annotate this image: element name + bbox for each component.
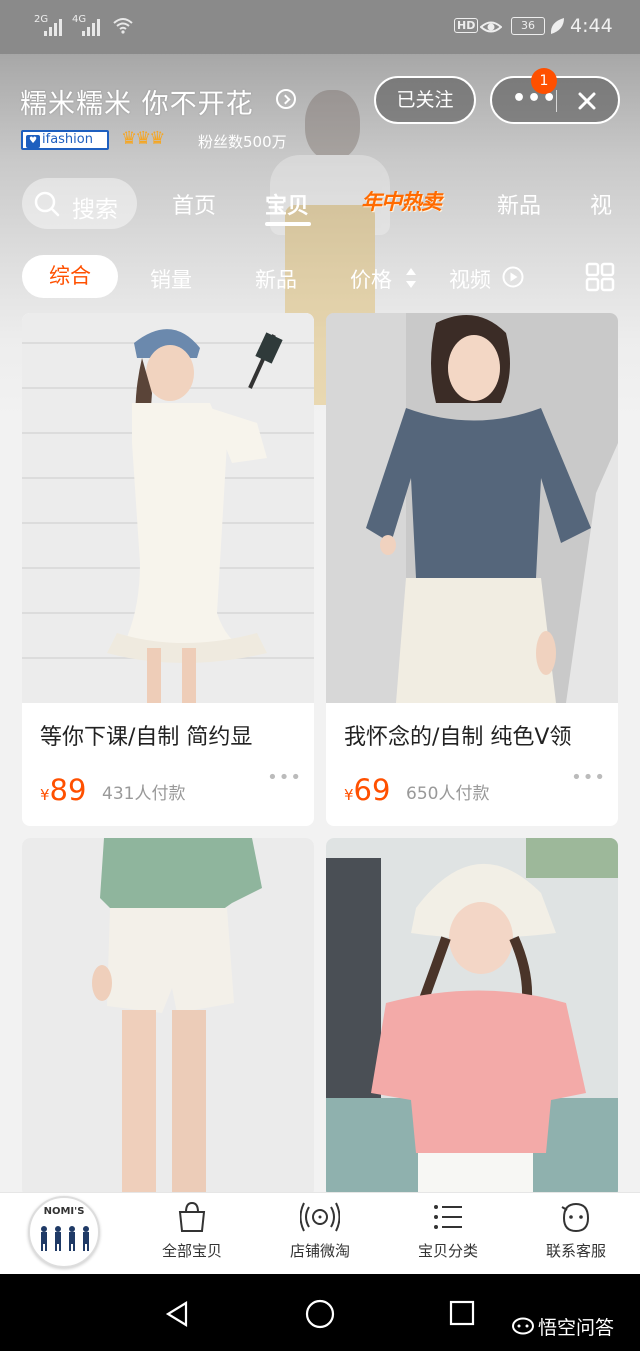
grid-view-icon[interactable] [585,262,615,292]
recents-icon[interactable] [449,1300,475,1326]
filter-video[interactable]: 视频 [449,264,491,294]
product-image [22,313,314,703]
shopping-bag-icon [178,1201,206,1232]
more-icon[interactable]: ••• [267,767,302,788]
product-card[interactable] [326,838,618,1198]
nav-label: 联系客服 [545,1242,606,1260]
back-icon[interactable] [164,1300,192,1328]
fan-count: 粉丝数500万 [198,133,287,151]
more-icon[interactable]: ••• [571,767,606,788]
notification-badge: 1 [531,68,557,94]
signal-icon [44,18,64,36]
heart-icon: ♥ [26,135,40,148]
product-price: ¥89 [40,773,87,807]
product-image [22,838,314,1198]
product-sales-count: 431人付款 [102,784,186,804]
brand-label: ifashion [42,132,93,147]
watermark: 悟空问答 [538,1317,615,1339]
tab-home[interactable]: 首页 [172,188,216,220]
nav-categories[interactable]: 宝贝分类 [393,1196,503,1270]
eye-comfort-icon [480,21,502,33]
product-card[interactable]: 我怀念的/自制 纯色V领 ¥69 650人付款 ••• [326,313,618,826]
nav-label: 宝贝分类 [417,1242,478,1260]
battery-icon: 36 [511,17,545,35]
close-icon[interactable] [572,86,602,116]
nav-all-products[interactable]: 全部宝贝 [137,1196,247,1270]
product-title: 我怀念的/自制 纯色V领 [344,725,572,750]
sort-arrows-icon [406,268,416,288]
product-card[interactable] [22,838,314,1198]
shop-logo-text: NOMI'S [43,1206,85,1217]
shop-info-arrow-icon[interactable] [276,89,296,109]
product-image [326,838,618,1198]
list-icon [434,1205,462,1229]
search-tab[interactable]: 搜索 [22,178,137,229]
search-icon [34,191,60,217]
product-sales-count: 650人付款 [406,784,490,804]
power-saving-leaf-icon [550,18,564,34]
tab-products[interactable]: 宝贝 [265,188,309,220]
wifi-icon [113,18,133,34]
more-options-icon[interactable]: ••• [512,88,557,110]
shop-logo-figures [41,1226,89,1251]
play-circle-icon [502,266,524,288]
filter-new[interactable]: 新品 [255,264,297,294]
crown-rank-icon: ♛♛♛ [121,128,165,149]
follow-button[interactable]: 已关注 [374,76,476,124]
product-price: ¥69 [344,773,391,807]
nav-label: 店铺微淘 [289,1242,350,1260]
tab-midyear-sale[interactable]: 年中热卖 [361,186,442,216]
hd-badge: HD [454,18,479,33]
filter-price[interactable]: 价格 [350,264,392,294]
service-face-icon [561,1202,590,1233]
product-title: 等你下课/自制 简约显 [40,725,253,750]
active-tab-indicator [265,222,311,226]
filter-comprehensive[interactable]: 综合 [22,255,118,298]
wukong-logo-icon [512,1317,534,1335]
nav-customer-service[interactable]: 联系客服 [521,1196,631,1270]
product-card[interactable]: 等你下课/自制 简约显 ¥89 431人付款 ••• [22,313,314,826]
broadcast-icon [300,1202,340,1232]
home-icon[interactable] [305,1299,335,1329]
clock: 4:44 [570,15,613,37]
status-bar: 2G 4G HD 36 4:44 [0,0,640,54]
filter-sales[interactable]: 销量 [150,264,192,294]
nav-shop-feed[interactable]: 店铺微淘 [265,1196,375,1270]
shop-name[interactable]: 糯米糯米 你不开花 [20,82,254,121]
tab-video[interactable]: 视 [590,188,612,220]
capsule-divider [556,90,557,112]
search-label: 搜索 [72,197,118,223]
shop-logo[interactable]: NOMI'S [28,1196,100,1268]
product-image [326,313,618,703]
signal-icon [82,18,102,36]
ifashion-badge: ♥ ifashion [21,130,109,150]
tab-new-arrivals[interactable]: 新品 [497,188,541,220]
nav-label: 全部宝贝 [161,1242,222,1260]
